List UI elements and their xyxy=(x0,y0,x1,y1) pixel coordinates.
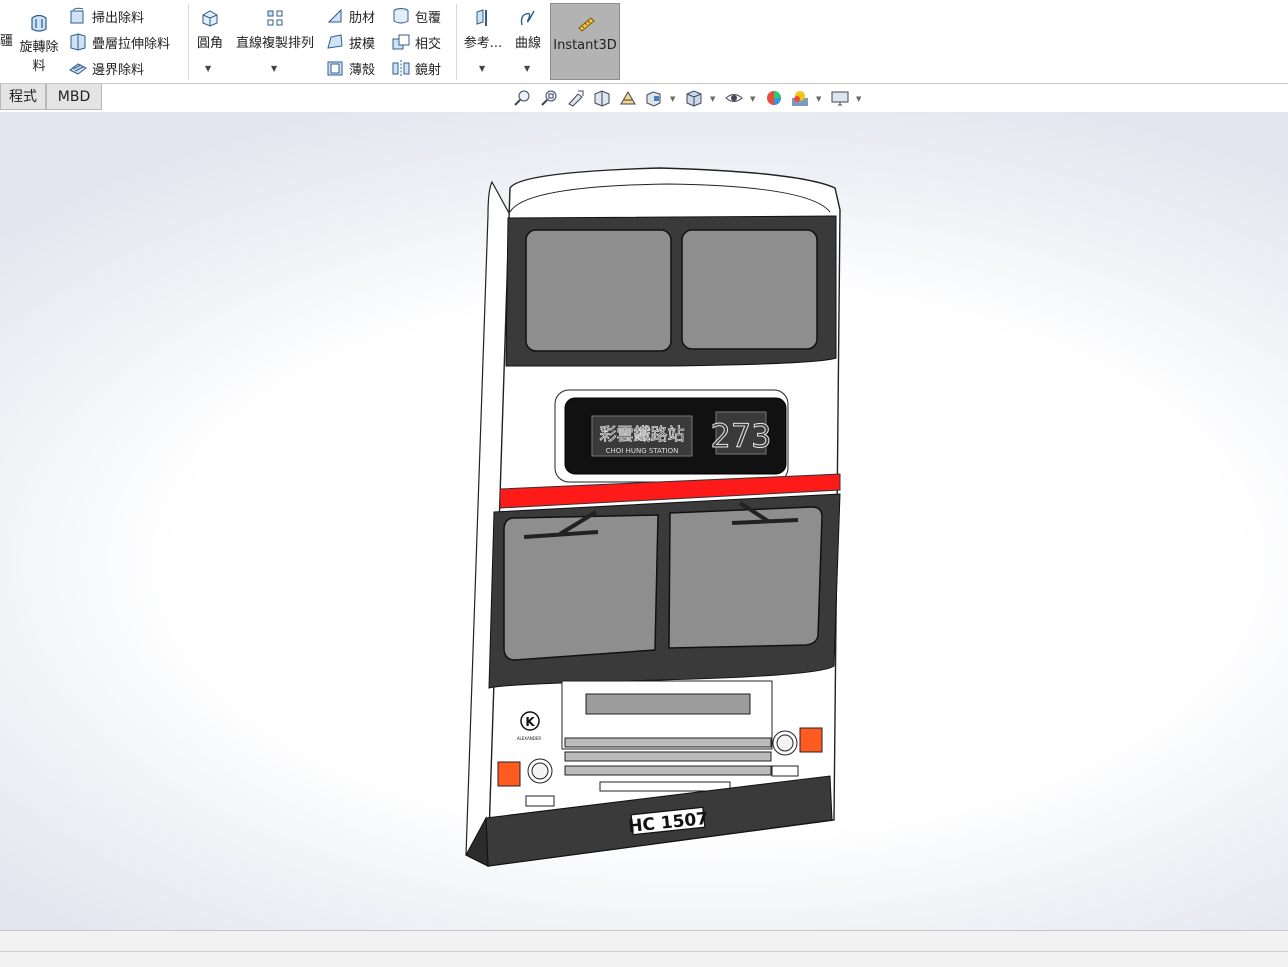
tab-mbd[interactable]: MBD xyxy=(46,84,102,110)
curves-button[interactable]: 曲線 xyxy=(510,8,546,51)
draft-label: 拔模 xyxy=(349,36,376,52)
fillet-icon xyxy=(202,10,218,27)
rib-button[interactable]: 肋材 xyxy=(325,6,375,26)
graphics-area[interactable]: 彩雲鐵路站 CHOI HUNG STATION 273 K ALEXANDER xyxy=(0,112,1288,930)
apply-scene-icon[interactable] xyxy=(790,88,810,108)
ribbon-edge-item[interactable]: 疆 xyxy=(0,30,13,49)
boundary-cut-label: 邊界除料 xyxy=(92,62,145,78)
status-bar-divider xyxy=(0,951,1288,952)
fillet-dropdown-arrow[interactable]: ▼ xyxy=(205,64,211,73)
revolve-cut-icon xyxy=(31,14,47,32)
instant3d-icon xyxy=(578,17,595,32)
wrap-button[interactable]: 包覆 xyxy=(391,6,441,26)
revolve-cut-label-2: 料 xyxy=(32,59,46,74)
tab-program-label: 程式 xyxy=(9,89,37,105)
boundary-cut-button[interactable]: 邊界除料 xyxy=(68,58,144,78)
command-manager-ribbon: 疆 旋轉除 料 掃出除料 疊層拉伸除料 邊界除料 圓角 ▼ 直線複製排列 ▼ 肋… xyxy=(0,0,1288,84)
front-slot xyxy=(585,693,751,715)
curves-label: 曲線 xyxy=(514,36,541,51)
boundary-cut-icon xyxy=(69,63,87,75)
reference-geometry-icon xyxy=(476,9,487,26)
hide-show-dropdown-arrow[interactable]: ▼ xyxy=(750,95,755,103)
reference-dropdown-arrow[interactable]: ▼ xyxy=(479,64,485,73)
mirror-icon xyxy=(392,60,410,76)
zoom-to-fit-icon[interactable] xyxy=(512,88,532,108)
view-settings-dropdown-arrow[interactable]: ▼ xyxy=(856,95,861,103)
intersect-icon xyxy=(392,34,410,50)
wrap-icon xyxy=(393,8,409,24)
ribbon-separator xyxy=(188,4,189,80)
tab-program[interactable]: 程式 xyxy=(0,84,46,110)
logo-text: ALEXANDER xyxy=(517,736,542,741)
instant3d-label: Instant3D xyxy=(553,38,617,53)
windscreen-right xyxy=(668,506,823,649)
intersect-label: 相交 xyxy=(415,36,442,52)
view-orientation-dropdown-arrow[interactable]: ▼ xyxy=(670,95,675,103)
instant3d-button[interactable]: Instant3D xyxy=(550,3,620,80)
previous-view-icon[interactable] xyxy=(566,88,586,108)
right-headlamp-inner xyxy=(776,734,794,752)
view-settings-icon[interactable] xyxy=(830,88,850,108)
left-headlamp-inner xyxy=(531,762,549,780)
revolve-cut-button[interactable]: 旋轉除 料 xyxy=(16,12,62,74)
reference-geometry-label: 参考... xyxy=(463,36,503,51)
fillet-button[interactable]: 圓角 xyxy=(193,8,227,51)
ribbon-separator xyxy=(456,4,457,80)
shell-button[interactable]: 薄殼 xyxy=(325,58,375,78)
wrap-label: 包覆 xyxy=(415,10,442,26)
lofted-cut-button[interactable]: 疊層拉伸除料 xyxy=(68,32,170,52)
curves-dropdown-arrow[interactable]: ▼ xyxy=(524,64,530,73)
upper-right-window xyxy=(681,229,818,350)
right-indicator-lamp xyxy=(799,727,823,753)
route-number-text: 273 xyxy=(710,417,771,455)
linear-pattern-icon xyxy=(267,10,283,26)
hide-show-items-icon[interactable] xyxy=(724,88,744,108)
tab-mbd-label: MBD xyxy=(57,89,91,105)
upper-left-window xyxy=(525,229,672,352)
bus-front-model[interactable]: 彩雲鐵路站 CHOI HUNG STATION 273 K ALEXANDER xyxy=(0,112,1288,930)
swept-cut-label: 掃出除料 xyxy=(92,10,145,26)
intersect-button[interactable]: 相交 xyxy=(391,32,441,52)
left-indicator-lamp xyxy=(497,761,521,787)
swept-cut-icon xyxy=(70,7,84,24)
lofted-cut-icon xyxy=(70,33,86,51)
curves-icon xyxy=(520,10,535,26)
mirror-label: 鏡射 xyxy=(415,62,442,78)
reference-geometry-button[interactable]: 参考... xyxy=(462,8,504,51)
apply-scene-dropdown-arrow[interactable]: ▼ xyxy=(816,95,821,103)
linear-pattern-button[interactable]: 直線複製排列 xyxy=(232,8,318,51)
linear-pattern-label: 直線複製排列 xyxy=(235,36,314,51)
shell-icon xyxy=(327,61,343,76)
edit-appearance-icon[interactable] xyxy=(764,88,784,108)
status-bar xyxy=(0,930,1288,967)
draft-button[interactable]: 拔模 xyxy=(325,32,375,52)
revolve-cut-label-1: 旋轉除 xyxy=(19,40,59,55)
view-orientation-icon[interactable] xyxy=(644,88,664,108)
left-fog-lamp xyxy=(525,795,555,807)
rib-label: 肋材 xyxy=(349,10,376,26)
linear-pattern-dropdown-arrow[interactable]: ▼ xyxy=(271,64,277,73)
display-style-icon[interactable] xyxy=(684,88,704,108)
destination-en-text: CHOI HUNG STATION xyxy=(606,447,679,455)
right-fog-lamp xyxy=(771,765,799,777)
swept-cut-button[interactable]: 掃出除料 xyxy=(68,6,144,26)
rib-icon xyxy=(327,8,342,23)
display-style-dropdown-arrow[interactable]: ▼ xyxy=(710,95,715,103)
logo-letter: K xyxy=(525,715,535,729)
lofted-cut-label: 疊層拉伸除料 xyxy=(92,36,171,52)
fillet-label: 圓角 xyxy=(196,36,223,51)
shell-label: 薄殼 xyxy=(349,62,376,78)
dynamic-annotation-icon[interactable] xyxy=(618,88,638,108)
draft-icon xyxy=(327,34,343,49)
zoom-to-area-icon[interactable] xyxy=(539,88,559,108)
destination-cn-text: 彩雲鐵路站 xyxy=(600,425,685,445)
section-view-icon[interactable] xyxy=(592,88,612,108)
ribbon-edge-label: 疆 xyxy=(0,34,14,49)
mirror-button[interactable]: 鏡射 xyxy=(391,58,441,78)
